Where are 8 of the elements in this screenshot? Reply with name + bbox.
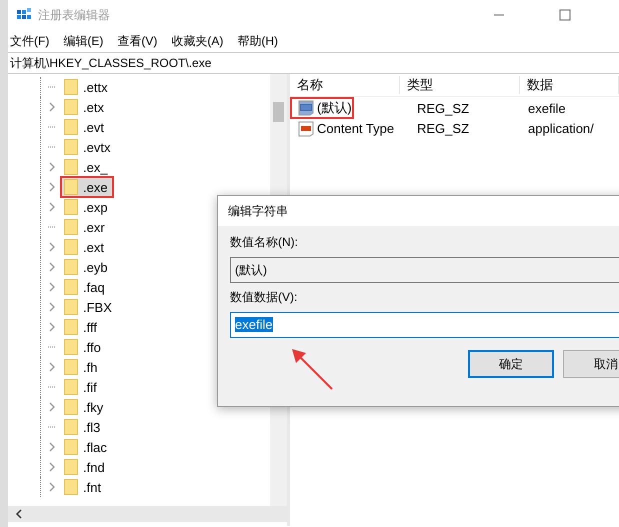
value-data: application/: [527, 121, 595, 136]
dialog-title: 编辑字符串: [218, 196, 619, 226]
field-label: 数值数据(V):: [230, 289, 298, 306]
window-title: 注册表编辑器: [38, 6, 110, 24]
value-data: exefile: [527, 100, 567, 116]
value-type: REG_SZ: [416, 121, 470, 136]
field-label: 数值名称(N):: [230, 234, 299, 251]
value-type: REG_SZ: [416, 100, 470, 116]
